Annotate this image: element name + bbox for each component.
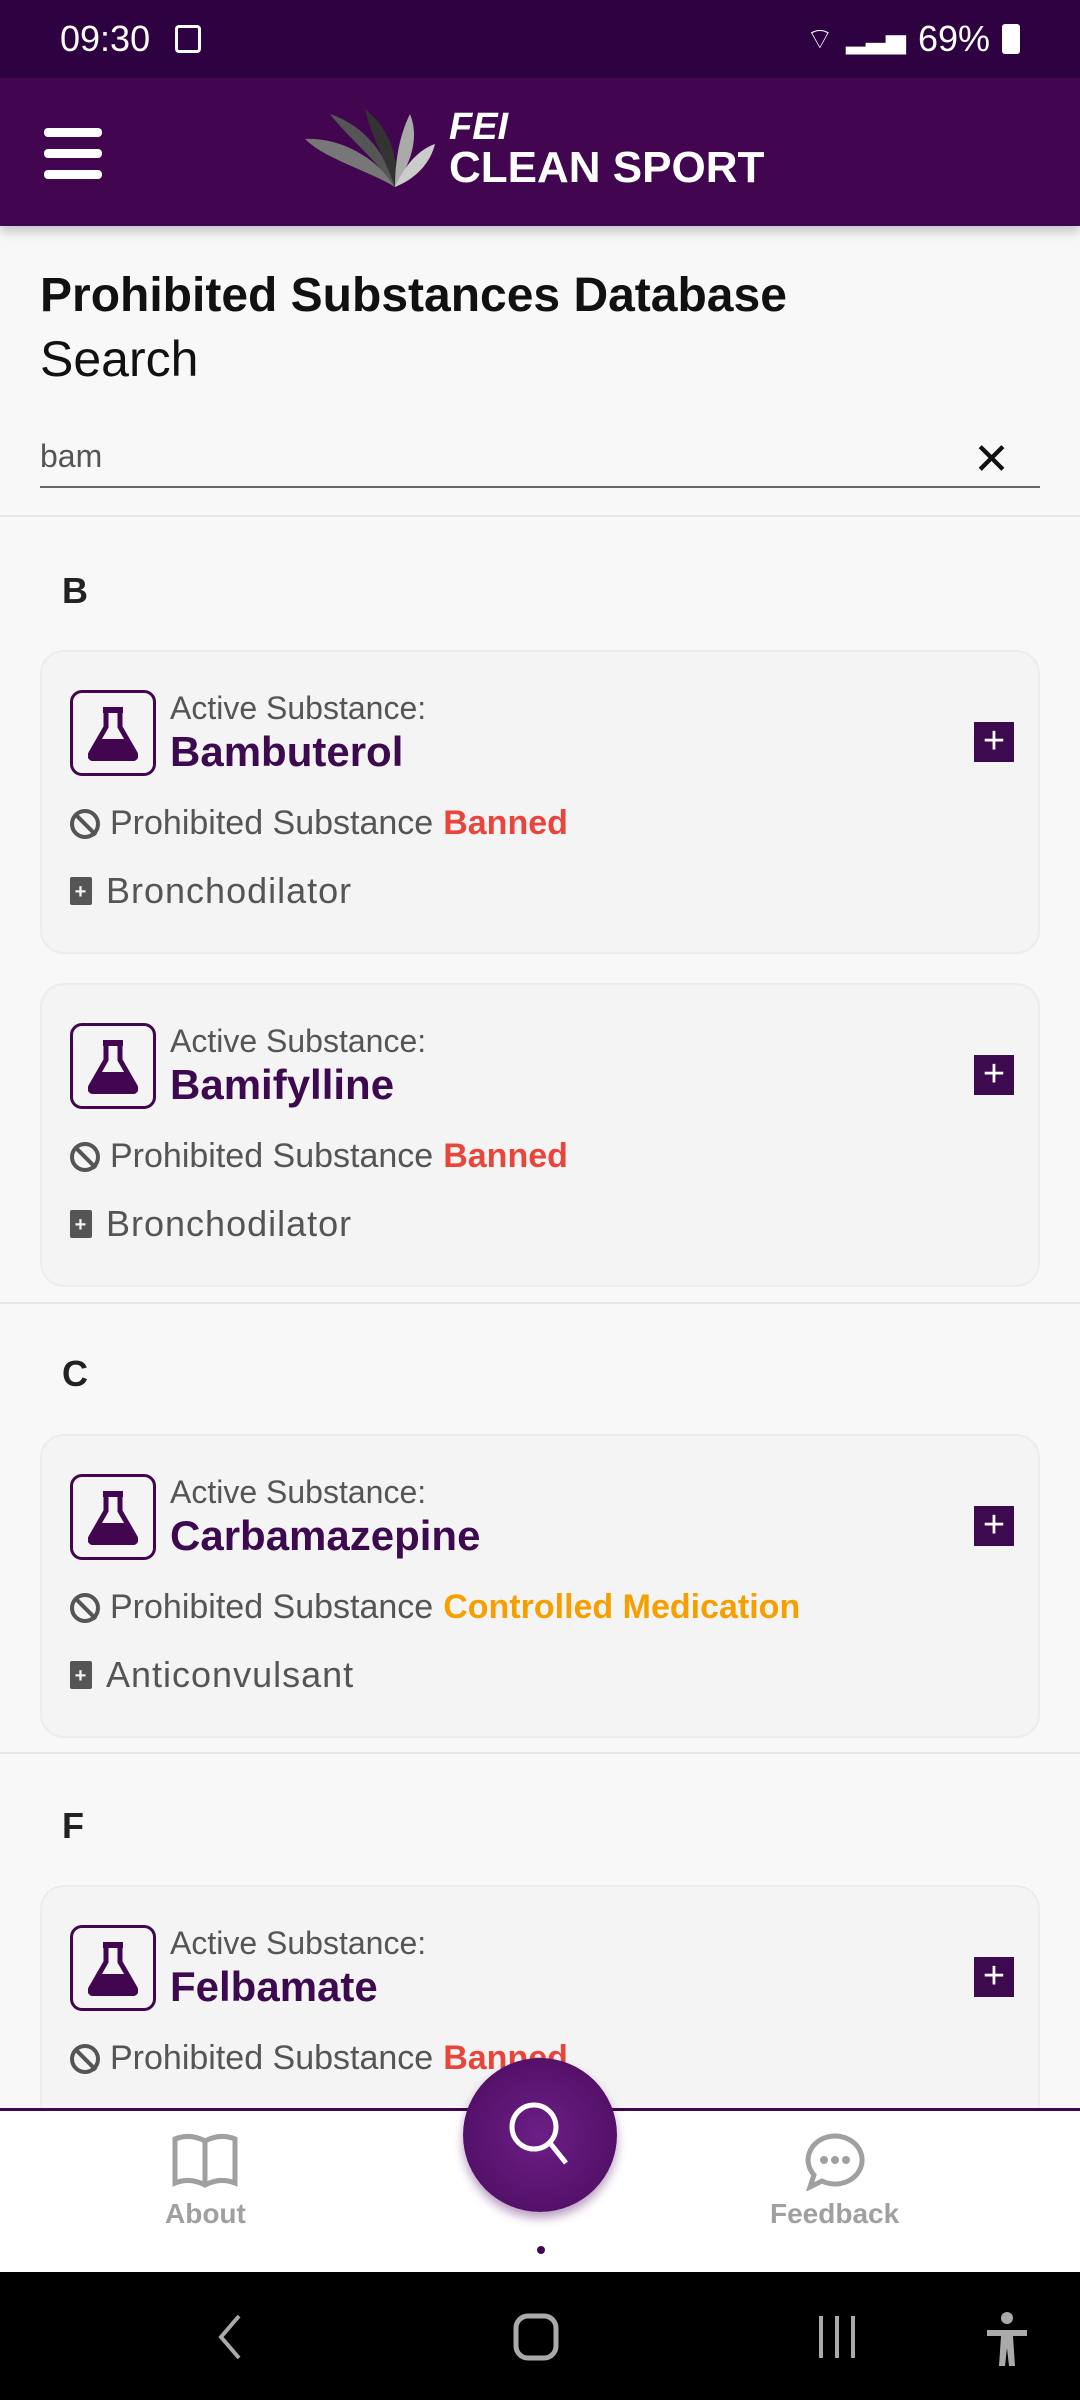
menu-icon[interactable] [44, 128, 102, 191]
substance-name: Carbamazepine [170, 1512, 481, 1559]
section-letter: F [62, 1805, 84, 1846]
substance-name: Bambuterol [170, 728, 404, 775]
flask-icon [70, 690, 156, 776]
prohibited-icon [70, 2043, 100, 2074]
home-icon[interactable] [512, 2312, 562, 2367]
nav-feedback[interactable]: Feedback [770, 2131, 899, 2230]
substance-label: Active Substance: [170, 1925, 427, 1961]
wifi-icon: ⌔ [805, 23, 834, 56]
expand-button[interactable]: + [974, 1055, 1014, 1095]
prohibited-icon [70, 1592, 100, 1623]
battery-percent: 69% [917, 18, 990, 59]
image-notification-icon [175, 25, 201, 53]
app-header: FEI CLEAN SPORT [0, 78, 1080, 226]
substance-card[interactable]: Active Substance: Carbamazepine + Prohib… [40, 1434, 1040, 1738]
category: Bronchodilator [106, 1203, 353, 1244]
flask-icon [70, 1023, 156, 1109]
expand-button[interactable]: + [974, 1506, 1014, 1546]
divider [0, 1302, 1080, 1304]
clock: 09:30 [60, 18, 151, 59]
search-icon [509, 2102, 568, 2165]
substance-label: Active Substance: [170, 1023, 427, 1059]
substance-label: Active Substance: [170, 1474, 427, 1510]
book-icon [172, 2133, 238, 2188]
substance-card[interactable]: Active Substance: Bamifylline + Prohibit… [40, 983, 1040, 1287]
signal-icon: ▂▃▅ [845, 23, 906, 54]
substance-name: Bamifylline [170, 1061, 395, 1108]
medical-document-icon: + [70, 877, 92, 905]
status-badge: Banned [443, 804, 568, 842]
substance-card[interactable]: Active Substance: Bambuterol + Prohibite… [40, 650, 1040, 954]
search-fab[interactable] [463, 2058, 617, 2212]
clear-search-icon[interactable]: ✕ [973, 434, 1010, 485]
flask-icon [70, 1925, 156, 2011]
page-subtitle: Search [40, 331, 199, 387]
substance-name: Felbamate [170, 1963, 378, 2010]
substance-label: Active Substance: [170, 690, 427, 726]
expand-button[interactable]: + [974, 1957, 1014, 1997]
search-input[interactable] [40, 430, 940, 475]
active-indicator [537, 2246, 545, 2254]
search-field: ✕ [40, 430, 1040, 488]
recents-icon[interactable] [815, 2312, 861, 2367]
section-letter: C [62, 1353, 88, 1394]
back-icon[interactable] [215, 2312, 245, 2367]
lotus-icon [305, 109, 435, 187]
medical-document-icon: + [70, 1661, 92, 1689]
divider [0, 1752, 1080, 1754]
divider [0, 515, 1080, 517]
prohibited-icon [70, 1141, 100, 1172]
status-badge: Banned [443, 1137, 568, 1175]
battery-icon [1002, 24, 1020, 54]
chat-bubble-icon [805, 2133, 865, 2192]
category: Bronchodilator [106, 870, 353, 911]
section-letter: B [62, 570, 88, 611]
category: Anticonvulsant [106, 1654, 355, 1695]
page-title: Prohibited Substances Database [40, 269, 787, 322]
status-bar: 09:30 ⌔ ▂▃▅ 69% [0, 0, 1080, 78]
system-nav [0, 2272, 1080, 2400]
fei-clean-sport-logo: FEI CLEAN SPORT [305, 108, 764, 190]
nav-about[interactable]: About [165, 2131, 246, 2230]
prohibited-icon [70, 808, 100, 839]
flask-icon [70, 1474, 156, 1560]
medical-document-icon: + [70, 1210, 92, 1238]
status-badge: Controlled Medication [443, 1588, 801, 1626]
expand-button[interactable]: + [974, 722, 1014, 762]
accessibility-icon[interactable] [985, 2312, 1029, 2373]
